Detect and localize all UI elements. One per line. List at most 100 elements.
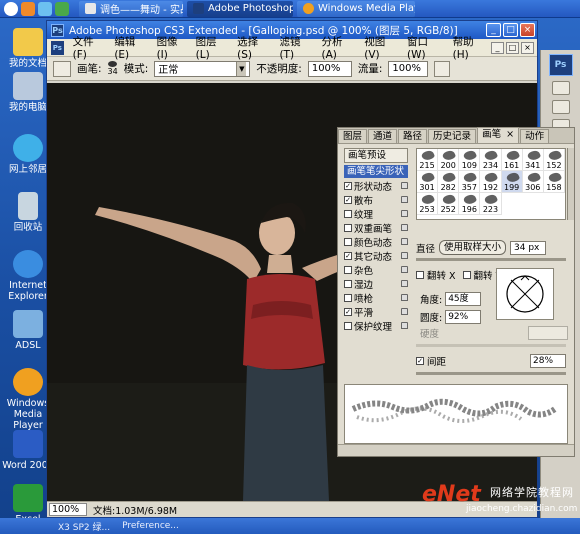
tab-paths[interactable]: 路径: [398, 129, 428, 143]
menu-layer[interactable]: 图层(L): [191, 34, 233, 61]
brush-tip-cell[interactable]: 152: [543, 149, 565, 171]
roundness-field[interactable]: 92%: [445, 310, 482, 324]
opacity-field[interactable]: 100%: [307, 60, 352, 77]
brush-tip-cell[interactable]: 301: [417, 170, 439, 193]
diameter-field[interactable]: 34 px: [510, 240, 547, 255]
brush-picker[interactable]: 34: [108, 61, 118, 76]
mode-select[interactable]: 正常 ▼: [154, 60, 251, 77]
app-launcher-icon[interactable]: [4, 1, 18, 16]
move-tool-icon[interactable]: [551, 81, 570, 95]
menu-help[interactable]: 帮助(H): [448, 34, 491, 61]
zoom-field[interactable]: 100%: [49, 503, 87, 516]
brush-option-checkbox[interactable]: [344, 209, 352, 218]
brush-tip-cell[interactable]: 357: [459, 170, 481, 193]
taskbar-bottom-item[interactable]: Preference...: [122, 521, 179, 531]
quicklaunch-icon-3[interactable]: [55, 1, 69, 16]
angle-field[interactable]: 45度: [445, 292, 482, 306]
brush-option-row[interactable]: ✓ 平滑: [344, 305, 408, 319]
brush-tip-cell[interactable]: 196: [459, 192, 481, 215]
flip-y-checkbox[interactable]: [462, 271, 471, 279]
menu-filter[interactable]: 滤镜(T): [274, 34, 316, 61]
doc-restore-button[interactable]: □: [506, 41, 520, 54]
brush-tip-cell[interactable]: 215: [417, 149, 439, 171]
lasso-tool-icon[interactable]: [551, 100, 570, 114]
lock-icon[interactable]: [401, 322, 408, 329]
brush-tip-cell[interactable]: 252: [438, 192, 460, 215]
close-button[interactable]: ×: [520, 23, 535, 37]
brush-tool-icon[interactable]: [53, 60, 71, 77]
taskbar-bottom-item[interactable]: X3 SP2 绿...: [58, 520, 110, 533]
brush-tip-cell[interactable]: 282: [438, 170, 460, 193]
use-sample-size-button[interactable]: 使用取样大小: [439, 240, 507, 255]
brush-option-checkbox[interactable]: [344, 293, 352, 302]
brush-tip-cell[interactable]: 161: [501, 149, 523, 171]
brush-option-row[interactable]: ✓ 形状动态: [344, 179, 408, 193]
angle-roundness-widget[interactable]: [496, 268, 554, 320]
brush-tip-cell[interactable]: 109: [459, 149, 481, 171]
brush-tip-cell[interactable]: 234: [480, 149, 502, 171]
taskbar-item-media-player[interactable]: Windows Media Player: [297, 0, 415, 17]
flow-field[interactable]: 100%: [388, 60, 429, 77]
brush-option-row[interactable]: 湿边: [344, 277, 408, 291]
taskbar-item-tutorial[interactable]: 调色——舞动 - 实战...: [79, 0, 183, 17]
tab-channels[interactable]: 通道: [368, 129, 398, 143]
spacing-field[interactable]: 28%: [530, 354, 566, 368]
brush-tip-shape-item[interactable]: 画笔笔尖形状: [344, 165, 408, 178]
menu-analysis[interactable]: 分析(A): [317, 34, 360, 61]
tab-actions[interactable]: 动作: [520, 129, 550, 143]
brush-presets-button[interactable]: 画笔预设: [344, 148, 408, 163]
doc-minimize-button[interactable]: _: [491, 41, 505, 54]
brush-tip-cell[interactable]: 306: [522, 170, 544, 193]
brush-option-row[interactable]: ✓ 其它动态: [344, 249, 408, 263]
lock-icon[interactable]: [401, 182, 408, 189]
brush-option-checkbox[interactable]: ✓: [344, 195, 352, 204]
quicklaunch-icon-1[interactable]: [21, 1, 35, 16]
lock-icon[interactable]: [401, 308, 408, 315]
brush-tip-cell[interactable]: 341: [522, 149, 544, 171]
lock-icon[interactable]: [401, 210, 408, 217]
tab-history[interactable]: 历史记录: [428, 129, 477, 143]
spacing-slider[interactable]: [416, 372, 566, 375]
brush-option-checkbox[interactable]: [344, 223, 352, 232]
brush-tip-cell[interactable]: 223: [480, 192, 502, 215]
brush-tip-cell[interactable]: 199: [501, 170, 523, 193]
brush-option-row[interactable]: 纹理: [344, 207, 408, 221]
menu-view[interactable]: 视图(V): [359, 34, 402, 61]
lock-icon[interactable]: [401, 280, 408, 287]
diameter-slider[interactable]: [416, 258, 566, 261]
lock-icon[interactable]: [401, 252, 408, 259]
brush-option-checkbox[interactable]: ✓: [344, 251, 352, 260]
brush-option-checkbox[interactable]: [344, 265, 352, 274]
menu-file[interactable]: 文件(F): [68, 34, 110, 61]
quicklaunch-icon-2[interactable]: [38, 1, 52, 16]
menu-select[interactable]: 选择(S): [232, 34, 274, 61]
brush-option-checkbox[interactable]: ✓: [344, 307, 352, 316]
airbrush-icon[interactable]: [434, 60, 451, 77]
tab-brushes[interactable]: 画笔 ×: [477, 127, 520, 143]
brush-grid-scrollbar[interactable]: [567, 148, 574, 220]
lock-icon[interactable]: [401, 294, 408, 301]
brush-tip-cell[interactable]: 192: [480, 170, 502, 193]
lock-icon[interactable]: [401, 266, 408, 273]
brush-option-checkbox[interactable]: [344, 237, 352, 246]
menu-image[interactable]: 图像(I): [152, 34, 191, 61]
brush-option-row[interactable]: 喷枪: [344, 291, 408, 305]
brush-tip-cell[interactable]: 200: [438, 149, 460, 171]
maximize-button[interactable]: □: [503, 23, 518, 37]
lock-icon[interactable]: [401, 238, 408, 245]
brush-tip-cell[interactable]: 253: [417, 192, 439, 215]
close-icon[interactable]: ×: [506, 129, 514, 140]
brush-option-row[interactable]: 杂色: [344, 263, 408, 277]
tab-layers[interactable]: 图层: [338, 129, 368, 143]
brush-tip-cell[interactable]: 158: [543, 170, 565, 193]
brush-option-row[interactable]: 双重画笔: [344, 221, 408, 235]
brush-option-checkbox[interactable]: [344, 321, 352, 330]
brush-option-row[interactable]: 保护纹理: [344, 319, 408, 333]
doc-close-button[interactable]: ×: [521, 41, 535, 54]
brush-option-row[interactable]: ✓ 散布: [344, 193, 408, 207]
menu-edit[interactable]: 编辑(E): [109, 34, 151, 61]
lock-icon[interactable]: [401, 196, 408, 203]
lock-icon[interactable]: [401, 224, 408, 231]
brush-option-row[interactable]: 颜色动态: [344, 235, 408, 249]
menu-window[interactable]: 窗口(W): [402, 34, 448, 61]
